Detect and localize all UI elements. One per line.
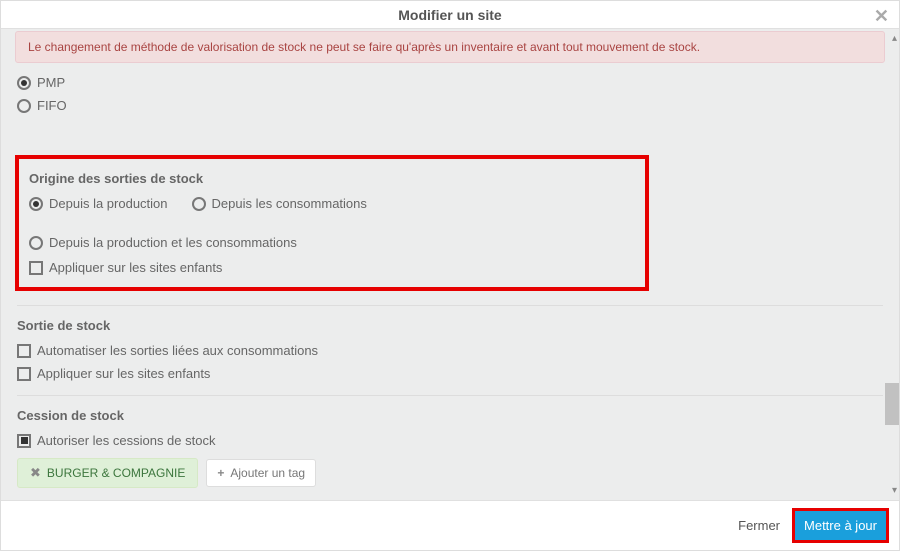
scroll-down-icon[interactable]: ▾ <box>892 485 897 496</box>
checkbox-icon <box>29 261 43 275</box>
modal-title: Modifier un site <box>398 7 501 23</box>
modal-header: Modifier un site ✕ <box>1 1 899 29</box>
update-button[interactable]: Mettre à jour <box>794 510 887 541</box>
radio-icon <box>17 76 31 90</box>
section-title: Cession de stock <box>17 408 883 423</box>
section-title: Origine des sorties de stock <box>29 171 635 186</box>
radio-icon <box>29 197 43 211</box>
modal-footer: Fermer Mettre à jour <box>1 500 899 550</box>
checkbox-label: Autoriser les cessions de stock <box>37 433 215 448</box>
checkbox-icon <box>17 344 31 358</box>
plus-icon: + <box>217 466 224 480</box>
sortie-section: Sortie de stock Automatiser les sorties … <box>15 306 885 395</box>
radio-icon <box>192 197 206 211</box>
cession-section: Cession de stock Autoriser les cessions … <box>15 396 885 500</box>
close-icon[interactable]: ✕ <box>874 6 889 27</box>
checkbox-sortie-auto[interactable]: Automatiser les sorties liées aux consom… <box>17 343 883 358</box>
radio-origin-consommations[interactable]: Depuis les consommations <box>192 196 367 211</box>
warning-message: Le changement de méthode de valorisation… <box>15 31 885 63</box>
radio-origin-both[interactable]: Depuis la production et les consommation… <box>29 235 297 250</box>
checkbox-icon <box>17 367 31 381</box>
add-tag-label: Ajouter un tag <box>230 466 305 480</box>
section-title: Sortie de stock <box>17 318 883 333</box>
remove-tag-icon[interactable]: ✖ <box>30 465 41 481</box>
checkbox-label: Automatiser les sorties liées aux consom… <box>37 343 318 358</box>
radio-icon <box>29 236 43 250</box>
modal-body: ▴ ▾ Le changement de méthode de valorisa… <box>1 29 899 500</box>
radio-label: PMP <box>37 75 65 90</box>
tag-burger-compagnie[interactable]: ✖ BURGER & COMPAGNIE <box>17 458 198 488</box>
tag-label: BURGER & COMPAGNIE <box>47 466 185 480</box>
radio-origin-production[interactable]: Depuis la production <box>29 196 168 211</box>
scroll-up-icon[interactable]: ▴ <box>892 33 897 44</box>
checkbox-icon <box>17 434 31 448</box>
radio-fifo[interactable]: FIFO <box>17 98 883 113</box>
radio-icon <box>17 99 31 113</box>
checkbox-cession-allow[interactable]: Autoriser les cessions de stock <box>17 433 883 448</box>
checkbox-label: Appliquer sur les sites enfants <box>37 366 210 381</box>
radio-label: FIFO <box>37 98 67 113</box>
radio-label: Depuis la production <box>49 196 168 211</box>
checkbox-sortie-apply-children[interactable]: Appliquer sur les sites enfants <box>17 366 883 381</box>
checkbox-label: Appliquer sur les sites enfants <box>49 260 222 275</box>
valuation-section: PMP FIFO <box>15 63 885 135</box>
add-tag-button[interactable]: + Ajouter un tag <box>206 459 316 487</box>
scrollbar-thumb[interactable] <box>885 383 899 425</box>
radio-label: Depuis les consommations <box>212 196 367 211</box>
radio-pmp[interactable]: PMP <box>17 75 883 90</box>
radio-label: Depuis la production et les consommation… <box>49 235 297 250</box>
origin-section-highlight: Origine des sorties de stock Depuis la p… <box>15 155 649 291</box>
checkbox-origin-apply-children[interactable]: Appliquer sur les sites enfants <box>29 260 635 275</box>
close-button[interactable]: Fermer <box>738 518 780 533</box>
